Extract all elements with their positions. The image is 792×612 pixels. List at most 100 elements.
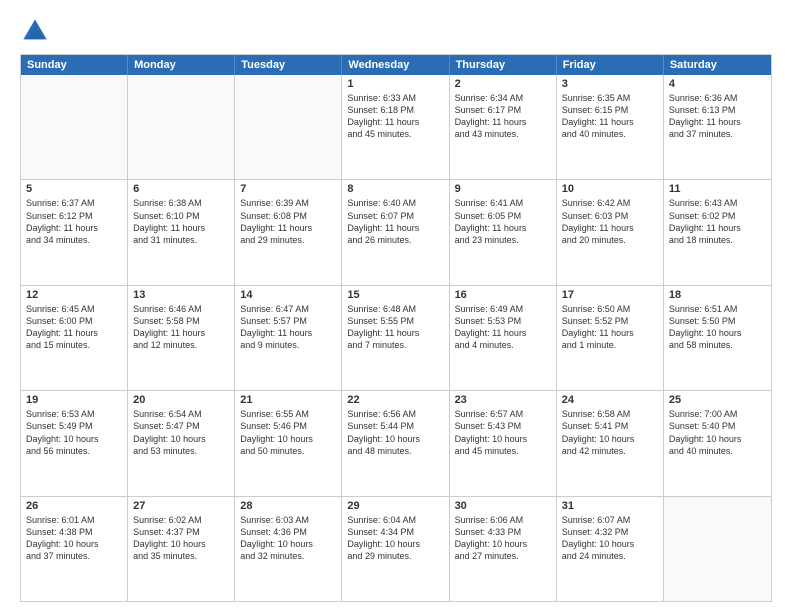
calendar-body: 1 Sunrise: 6:33 AM Sunset: 6:18 PM Daylig…	[21, 75, 771, 601]
day-info: Sunrise: 6:36 AM Sunset: 6:13 PM Dayligh…	[669, 92, 766, 141]
calendar-cell: 11 Sunrise: 6:43 AM Sunset: 6:02 PM Dayli…	[664, 180, 771, 284]
day-info: Sunrise: 6:45 AM Sunset: 6:00 PM Dayligh…	[26, 303, 122, 352]
day-number: 19	[26, 394, 122, 406]
calendar-cell: 8 Sunrise: 6:40 AM Sunset: 6:07 PM Daylig…	[342, 180, 449, 284]
day-number: 27	[133, 500, 229, 512]
calendar-cell: 26 Sunrise: 6:01 AM Sunset: 4:38 PM Dayli…	[21, 497, 128, 601]
day-number: 9	[455, 183, 551, 195]
calendar-cell: 28Sunrise: 6:03 AM Sunset: 4:36 PM Dayli…	[235, 497, 342, 601]
day-info: Sunrise: 6:51 AM Sunset: 5:50 PM Dayligh…	[669, 303, 766, 352]
day-number: 5	[26, 183, 122, 195]
calendar-cell: 5 Sunrise: 6:37 AM Sunset: 6:12 PM Daylig…	[21, 180, 128, 284]
day-number: 28	[240, 500, 336, 512]
day-number: 21	[240, 394, 336, 406]
day-number: 17	[562, 289, 658, 301]
day-number: 18	[669, 289, 766, 301]
weekday-header: Sunday	[21, 55, 128, 75]
calendar-cell: 13 Sunrise: 6:46 AM Sunset: 5:58 PM Dayli…	[128, 286, 235, 390]
day-info: Sunrise: 6:07 AM Sunset: 4:32 PM Dayligh…	[562, 514, 658, 563]
calendar-cell: 2 Sunrise: 6:34 AM Sunset: 6:17 PM Daylig…	[450, 75, 557, 179]
day-info: Sunrise: 6:50 AM Sunset: 5:52 PM Dayligh…	[562, 303, 658, 352]
day-info: Sunrise: 6:43 AM Sunset: 6:02 PM Dayligh…	[669, 197, 766, 246]
day-info: Sunrise: 6:58 AM Sunset: 5:41 PM Dayligh…	[562, 408, 658, 457]
weekday-header: Thursday	[450, 55, 557, 75]
day-info: Sunrise: 6:04 AM Sunset: 4:34 PM Dayligh…	[347, 514, 443, 563]
day-info: Sunrise: 6:01 AM Sunset: 4:38 PM Dayligh…	[26, 514, 122, 563]
calendar-cell: 16Sunrise: 6:49 AM Sunset: 5:53 PM Dayli…	[450, 286, 557, 390]
calendar-cell: 31 Sunrise: 6:07 AM Sunset: 4:32 PM Dayli…	[557, 497, 664, 601]
day-number: 22	[347, 394, 443, 406]
calendar-cell: 18 Sunrise: 6:51 AM Sunset: 5:50 PM Dayli…	[664, 286, 771, 390]
weekday-header: Wednesday	[342, 55, 449, 75]
day-info: Sunrise: 6:40 AM Sunset: 6:07 PM Dayligh…	[347, 197, 443, 246]
calendar-cell: 15Sunrise: 6:48 AM Sunset: 5:55 PM Dayli…	[342, 286, 449, 390]
day-number: 4	[669, 78, 766, 90]
calendar-cell: 25 Sunrise: 7:00 AM Sunset: 5:40 PM Dayli…	[664, 391, 771, 495]
calendar-row: 5 Sunrise: 6:37 AM Sunset: 6:12 PM Daylig…	[21, 179, 771, 284]
day-info: Sunrise: 6:38 AM Sunset: 6:10 PM Dayligh…	[133, 197, 229, 246]
day-number: 23	[455, 394, 551, 406]
calendar-cell: 17 Sunrise: 6:50 AM Sunset: 5:52 PM Dayli…	[557, 286, 664, 390]
calendar-cell: 10 Sunrise: 6:42 AM Sunset: 6:03 PM Dayli…	[557, 180, 664, 284]
day-info: Sunrise: 6:33 AM Sunset: 6:18 PM Dayligh…	[347, 92, 443, 141]
day-info: Sunrise: 6:39 AM Sunset: 6:08 PM Dayligh…	[240, 197, 336, 246]
day-number: 16	[455, 289, 551, 301]
day-info: Sunrise: 7:00 AM Sunset: 5:40 PM Dayligh…	[669, 408, 766, 457]
calendar-cell	[128, 75, 235, 179]
day-number: 31	[562, 500, 658, 512]
weekday-header: Monday	[128, 55, 235, 75]
weekday-header: Friday	[557, 55, 664, 75]
day-number: 24	[562, 394, 658, 406]
day-info: Sunrise: 6:46 AM Sunset: 5:58 PM Dayligh…	[133, 303, 229, 352]
day-number: 30	[455, 500, 551, 512]
calendar-cell: 23Sunrise: 6:57 AM Sunset: 5:43 PM Dayli…	[450, 391, 557, 495]
day-info: Sunrise: 6:37 AM Sunset: 6:12 PM Dayligh…	[26, 197, 122, 246]
day-info: Sunrise: 6:06 AM Sunset: 4:33 PM Dayligh…	[455, 514, 551, 563]
day-number: 25	[669, 394, 766, 406]
day-number: 10	[562, 183, 658, 195]
day-number: 3	[562, 78, 658, 90]
day-info: Sunrise: 6:41 AM Sunset: 6:05 PM Dayligh…	[455, 197, 551, 246]
day-number: 12	[26, 289, 122, 301]
calendar-cell: 12 Sunrise: 6:45 AM Sunset: 6:00 PM Dayli…	[21, 286, 128, 390]
calendar-cell	[664, 497, 771, 601]
logo	[20, 16, 54, 46]
day-number: 8	[347, 183, 443, 195]
day-info: Sunrise: 6:42 AM Sunset: 6:03 PM Dayligh…	[562, 197, 658, 246]
calendar-cell: 20Sunrise: 6:54 AM Sunset: 5:47 PM Dayli…	[128, 391, 235, 495]
calendar-row: 19 Sunrise: 6:53 AM Sunset: 5:49 PM Dayli…	[21, 390, 771, 495]
calendar-cell: 29Sunrise: 6:04 AM Sunset: 4:34 PM Dayli…	[342, 497, 449, 601]
day-number: 2	[455, 78, 551, 90]
day-info: Sunrise: 6:54 AM Sunset: 5:47 PM Dayligh…	[133, 408, 229, 457]
day-number: 11	[669, 183, 766, 195]
calendar-cell: 3 Sunrise: 6:35 AM Sunset: 6:15 PM Daylig…	[557, 75, 664, 179]
calendar-cell: 27 Sunrise: 6:02 AM Sunset: 4:37 PM Dayli…	[128, 497, 235, 601]
day-number: 1	[347, 78, 443, 90]
calendar-cell: 9 Sunrise: 6:41 AM Sunset: 6:05 PM Daylig…	[450, 180, 557, 284]
calendar: SundayMondayTuesdayWednesdayThursdayFrid…	[20, 54, 772, 602]
calendar-cell: 21 Sunrise: 6:55 AM Sunset: 5:46 PM Dayli…	[235, 391, 342, 495]
calendar-row: 1 Sunrise: 6:33 AM Sunset: 6:18 PM Daylig…	[21, 75, 771, 179]
day-info: Sunrise: 6:53 AM Sunset: 5:49 PM Dayligh…	[26, 408, 122, 457]
calendar-row: 12 Sunrise: 6:45 AM Sunset: 6:00 PM Dayli…	[21, 285, 771, 390]
day-info: Sunrise: 6:02 AM Sunset: 4:37 PM Dayligh…	[133, 514, 229, 563]
calendar-cell: 1 Sunrise: 6:33 AM Sunset: 6:18 PM Daylig…	[342, 75, 449, 179]
day-number: 14	[240, 289, 336, 301]
day-info: Sunrise: 6:34 AM Sunset: 6:17 PM Dayligh…	[455, 92, 551, 141]
day-info: Sunrise: 6:55 AM Sunset: 5:46 PM Dayligh…	[240, 408, 336, 457]
header	[20, 16, 772, 46]
calendar-cell: 14 Sunrise: 6:47 AM Sunset: 5:57 PM Dayli…	[235, 286, 342, 390]
calendar-cell: 22Sunrise: 6:56 AM Sunset: 5:44 PM Dayli…	[342, 391, 449, 495]
day-info: Sunrise: 6:35 AM Sunset: 6:15 PM Dayligh…	[562, 92, 658, 141]
calendar-header: SundayMondayTuesdayWednesdayThursdayFrid…	[21, 55, 771, 75]
calendar-cell	[21, 75, 128, 179]
calendar-cell: 7Sunrise: 6:39 AM Sunset: 6:08 PM Daylig…	[235, 180, 342, 284]
calendar-cell: 6Sunrise: 6:38 AM Sunset: 6:10 PM Daylig…	[128, 180, 235, 284]
day-info: Sunrise: 6:47 AM Sunset: 5:57 PM Dayligh…	[240, 303, 336, 352]
calendar-cell: 19 Sunrise: 6:53 AM Sunset: 5:49 PM Dayli…	[21, 391, 128, 495]
day-number: 26	[26, 500, 122, 512]
day-number: 13	[133, 289, 229, 301]
logo-icon	[20, 16, 50, 46]
weekday-header: Saturday	[664, 55, 771, 75]
page: SundayMondayTuesdayWednesdayThursdayFrid…	[0, 0, 792, 612]
